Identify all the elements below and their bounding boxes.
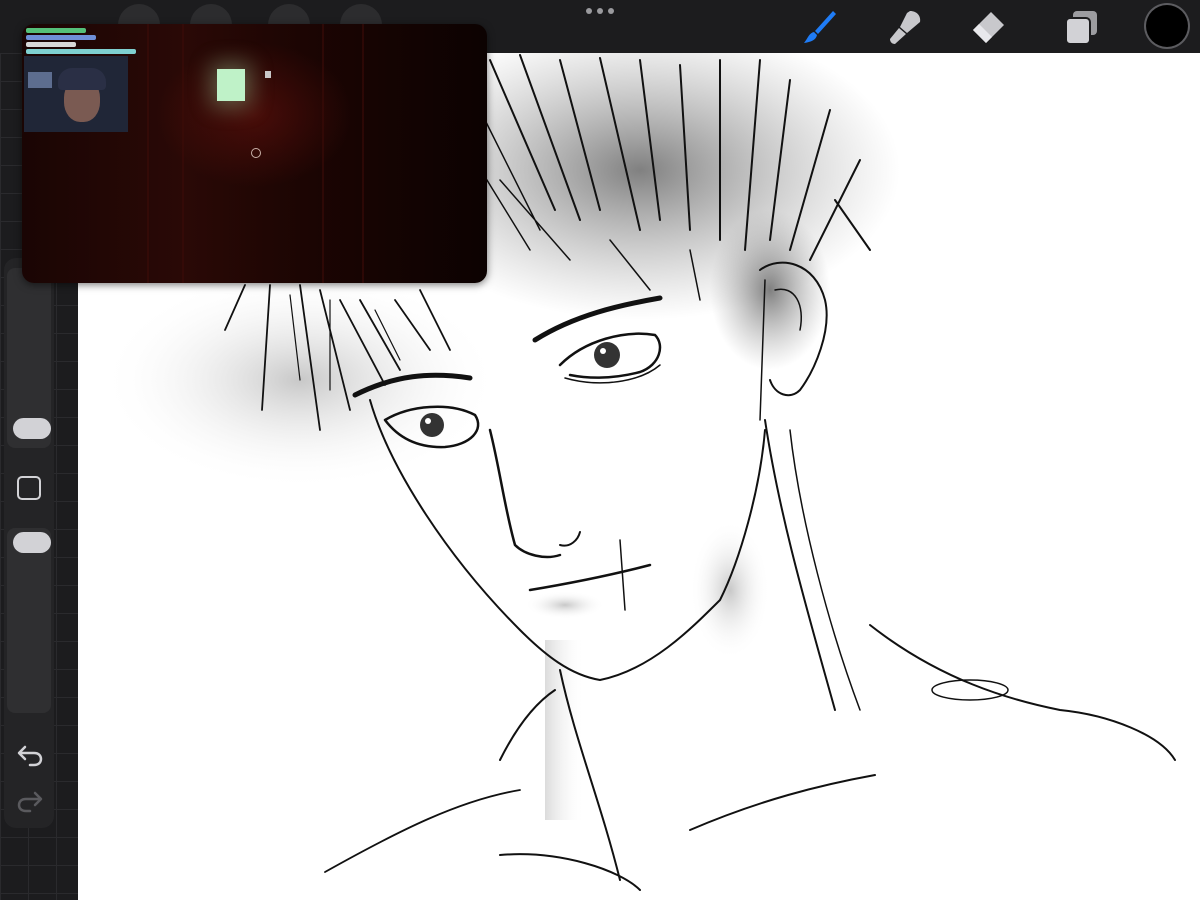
brush-tool-button[interactable] [796, 4, 842, 50]
brush-size-slider[interactable] [7, 268, 51, 448]
more-dots-icon[interactable] [586, 4, 614, 18]
layers-button[interactable] [1058, 4, 1104, 50]
eraser-tool-button[interactable] [964, 4, 1010, 50]
smudge-icon [890, 11, 921, 44]
hud-marker-icon [265, 71, 271, 78]
opacity-slider-thumb[interactable] [13, 532, 51, 553]
opacity-slider[interactable] [7, 528, 51, 713]
crosshair-icon [251, 148, 261, 158]
pip-video-overlay[interactable] [22, 24, 487, 283]
brush-size-slider-thumb[interactable] [13, 418, 51, 439]
redo-icon[interactable] [15, 786, 45, 816]
webcam-feed [24, 56, 128, 132]
modify-button[interactable] [17, 476, 41, 500]
eraser-icon [973, 12, 1004, 43]
brush-icon [804, 11, 836, 43]
smudge-tool-button[interactable] [882, 4, 928, 50]
webcam-monitor [28, 72, 52, 88]
webcam-person-hat [58, 68, 106, 90]
layers-icon [1065, 11, 1097, 45]
sidebar [4, 258, 54, 828]
color-swatch[interactable] [1146, 5, 1188, 47]
undo-icon[interactable] [15, 740, 45, 770]
glowing-screen [217, 69, 245, 101]
